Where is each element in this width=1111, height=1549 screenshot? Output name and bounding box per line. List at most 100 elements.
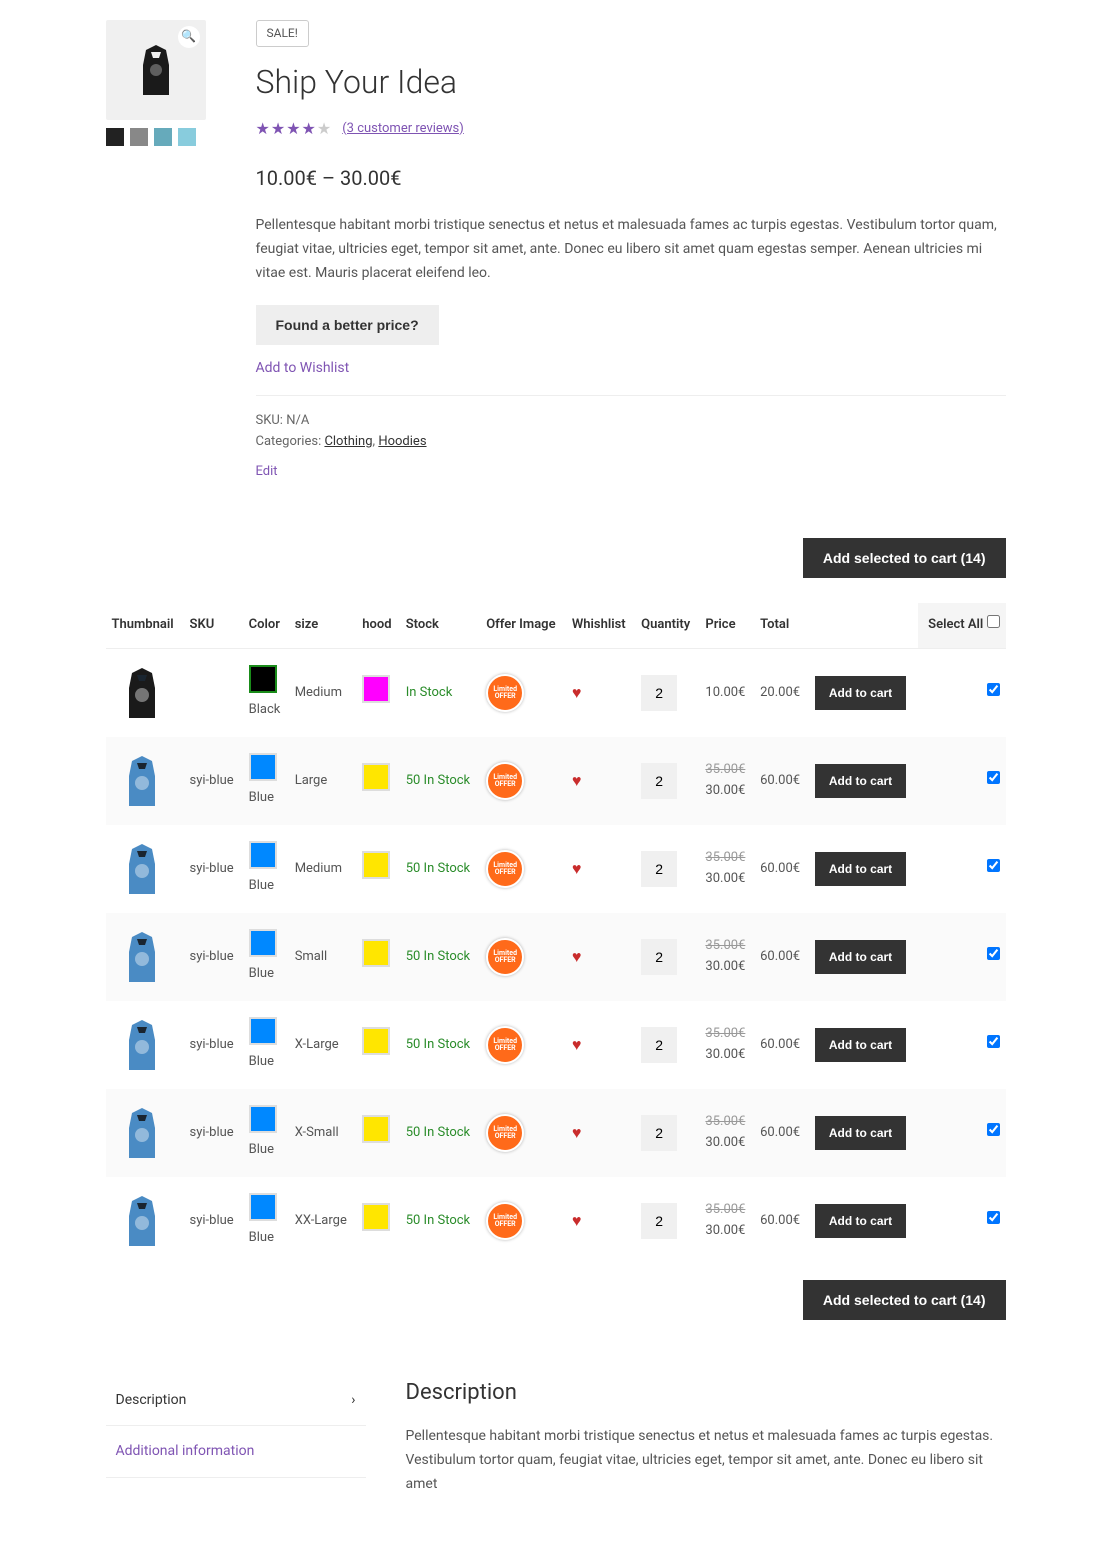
- row-select-checkbox[interactable]: [987, 1123, 1000, 1136]
- variant-price: 35.00€30.00€: [699, 825, 754, 913]
- quantity-input[interactable]: [641, 1027, 677, 1063]
- table-row: syi-blue Blue Large 50 In Stock Limited …: [106, 737, 1006, 825]
- offer-badge: Limited OFFER: [486, 938, 524, 976]
- variant-size: XX-Large: [289, 1177, 357, 1265]
- wishlist-heart-icon[interactable]: ♥: [572, 683, 582, 702]
- offer-badge: Limited OFFER: [486, 1202, 524, 1240]
- row-select-checkbox[interactable]: [987, 771, 1000, 784]
- color-name: Blue: [249, 790, 274, 805]
- hood-swatch: [362, 851, 390, 879]
- col-quantity: Quantity: [635, 603, 699, 648]
- variations-table: Thumbnail SKU Color size hood Stock Offe…: [106, 603, 1006, 1265]
- quantity-input[interactable]: [641, 763, 677, 799]
- quantity-input[interactable]: [641, 851, 677, 887]
- variant-sku: syi-blue: [184, 913, 243, 1001]
- category-link[interactable]: Hoodies: [378, 434, 426, 449]
- add-to-cart-button[interactable]: Add to cart: [815, 1204, 906, 1238]
- variant-thumbnail[interactable]: [112, 1103, 172, 1163]
- variant-thumbnail[interactable]: [112, 839, 172, 899]
- gallery-thumb[interactable]: [178, 128, 196, 146]
- add-to-wishlist-link[interactable]: Add to Wishlist: [256, 357, 1006, 379]
- gallery-thumb[interactable]: [130, 128, 148, 146]
- add-to-cart-button[interactable]: Add to cart: [815, 940, 906, 974]
- color-name: Blue: [249, 1142, 274, 1157]
- category-link[interactable]: Clothing: [324, 434, 372, 449]
- chevron-right-icon: ›: [351, 1389, 355, 1411]
- row-select-checkbox[interactable]: [987, 683, 1000, 696]
- gallery-thumb[interactable]: [154, 128, 172, 146]
- quantity-input[interactable]: [641, 939, 677, 975]
- variant-sku: syi-blue: [184, 1089, 243, 1177]
- stock-status: 50 In Stock: [400, 913, 480, 1001]
- better-price-button[interactable]: Found a better price?: [256, 305, 439, 345]
- wishlist-heart-icon[interactable]: ♥: [572, 1211, 582, 1230]
- offer-badge: Limited OFFER: [486, 850, 524, 888]
- row-select-checkbox[interactable]: [987, 1211, 1000, 1224]
- quantity-input[interactable]: [641, 675, 677, 711]
- product-main-image[interactable]: 🔍: [106, 20, 206, 120]
- color-name: Black: [249, 702, 281, 717]
- quantity-input[interactable]: [641, 1115, 677, 1151]
- hood-swatch: [362, 939, 390, 967]
- offer-badge: Limited OFFER: [486, 1026, 524, 1064]
- color-swatch: [249, 1017, 277, 1045]
- color-swatch: [249, 929, 277, 957]
- gallery-thumb[interactable]: [106, 128, 124, 146]
- table-row: syi-blue Blue X-Large 50 In Stock Limite…: [106, 1001, 1006, 1089]
- variant-price: 35.00€30.00€: [699, 1177, 754, 1265]
- variant-sku: syi-blue: [184, 1001, 243, 1089]
- color-name: Blue: [249, 966, 274, 981]
- col-wishlist: Whishlist: [566, 603, 635, 648]
- variant-thumbnail[interactable]: [112, 663, 172, 723]
- variant-price: 35.00€30.00€: [699, 737, 754, 825]
- add-selected-to-cart-button[interactable]: Add selected to cart (14): [803, 538, 1006, 578]
- variant-total: 20.00€: [754, 648, 809, 737]
- sku-meta: SKU: N/A: [256, 411, 1006, 432]
- reviews-link[interactable]: (3 customer reviews): [342, 119, 464, 140]
- quantity-input[interactable]: [641, 1203, 677, 1239]
- col-hood: hood: [356, 603, 399, 648]
- color-swatch: [249, 841, 277, 869]
- edit-link[interactable]: Edit: [256, 462, 1006, 483]
- color-name: Blue: [249, 1230, 274, 1245]
- tab-additional-info[interactable]: Additional information: [106, 1426, 366, 1477]
- add-to-cart-button[interactable]: Add to cart: [815, 764, 906, 798]
- color-name: Blue: [249, 1054, 274, 1069]
- tab-description[interactable]: Description›: [106, 1375, 366, 1426]
- wishlist-heart-icon[interactable]: ♥: [572, 1123, 582, 1142]
- wishlist-heart-icon[interactable]: ♥: [572, 947, 582, 966]
- col-select-all: Select All: [918, 603, 1006, 648]
- add-to-cart-button[interactable]: Add to cart: [815, 676, 906, 710]
- variant-price: 35.00€30.00€: [699, 1089, 754, 1177]
- row-select-checkbox[interactable]: [987, 859, 1000, 872]
- color-swatch: [249, 665, 277, 693]
- variant-thumbnail[interactable]: [112, 927, 172, 987]
- variant-price: 35.00€30.00€: [699, 913, 754, 1001]
- add-to-cart-button[interactable]: Add to cart: [815, 1028, 906, 1062]
- col-price: Price: [699, 603, 754, 648]
- variant-thumbnail[interactable]: [112, 1191, 172, 1251]
- wishlist-heart-icon[interactable]: ♥: [572, 1035, 582, 1054]
- color-swatch: [249, 753, 277, 781]
- table-row: syi-blue Blue X-Small 50 In Stock Limite…: [106, 1089, 1006, 1177]
- wishlist-heart-icon[interactable]: ♥: [572, 859, 582, 878]
- add-selected-to-cart-button[interactable]: Add selected to cart (14): [803, 1280, 1006, 1320]
- zoom-icon[interactable]: 🔍: [178, 26, 200, 48]
- variant-thumbnail[interactable]: [112, 1015, 172, 1075]
- row-select-checkbox[interactable]: [987, 1035, 1000, 1048]
- stock-status: 50 In Stock: [400, 1089, 480, 1177]
- select-all-checkbox[interactable]: [987, 615, 1000, 628]
- row-select-checkbox[interactable]: [987, 947, 1000, 960]
- variant-thumbnail[interactable]: [112, 751, 172, 811]
- stock-status: 50 In Stock: [400, 1177, 480, 1265]
- add-to-cart-button[interactable]: Add to cart: [815, 1116, 906, 1150]
- wishlist-heart-icon[interactable]: ♥: [572, 771, 582, 790]
- product-description: Pellentesque habitant morbi tristique se…: [256, 214, 1006, 285]
- color-swatch: [249, 1105, 277, 1133]
- variant-total: 60.00€: [754, 1177, 809, 1265]
- description-heading: Description: [406, 1375, 1006, 1410]
- table-row: syi-blue Blue XX-Large 50 In Stock Limit…: [106, 1177, 1006, 1265]
- star-rating: ★★★★★: [256, 116, 333, 142]
- sale-badge: SALE!: [256, 20, 309, 47]
- add-to-cart-button[interactable]: Add to cart: [815, 852, 906, 886]
